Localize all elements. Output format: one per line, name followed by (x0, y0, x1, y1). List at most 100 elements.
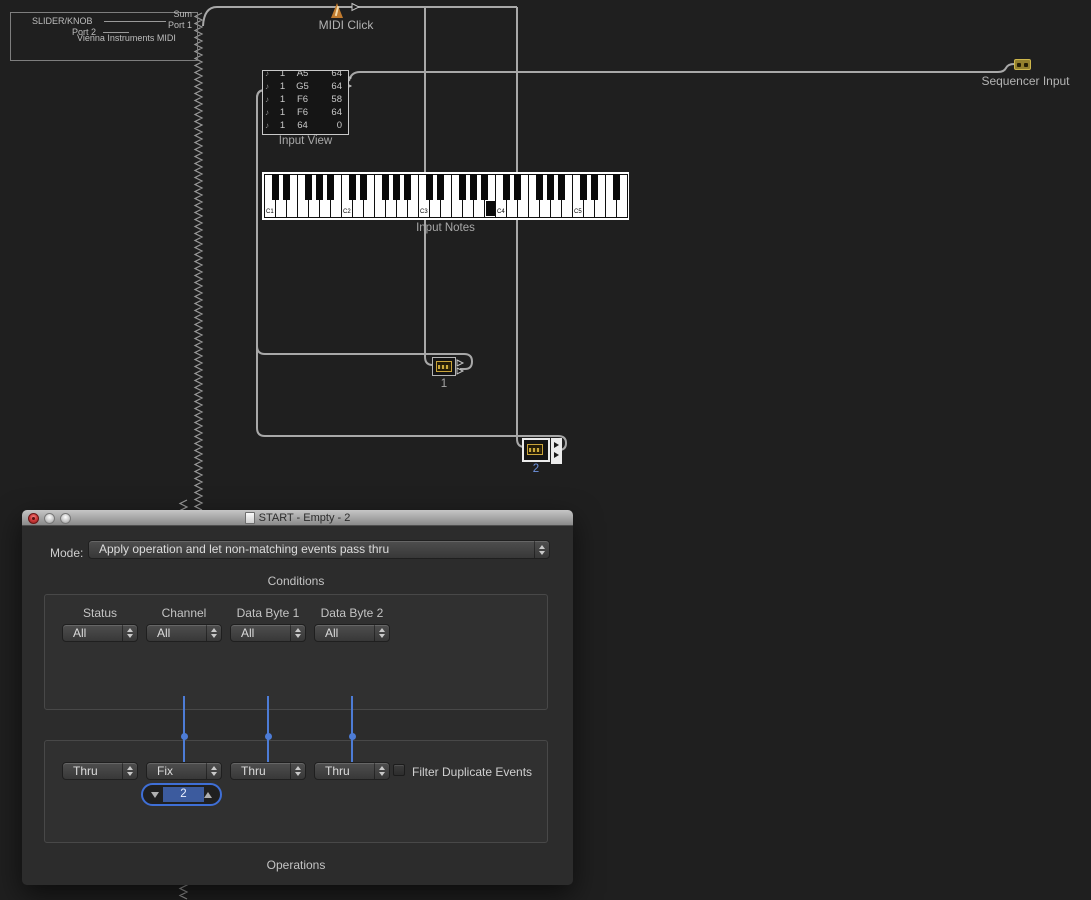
midi-socket-icon (1014, 59, 1031, 70)
black-key[interactable] (459, 174, 466, 200)
octave-label: C1 (266, 209, 274, 215)
physical-input-port-1: Port 1 (130, 20, 192, 30)
filter-duplicate-checkbox[interactable] (393, 764, 405, 776)
zoom-icon[interactable] (60, 513, 71, 524)
window-title: START - Empty - 2 (259, 512, 351, 524)
transformer-icon (436, 361, 452, 372)
channel-operation-popup[interactable]: Fix (146, 762, 222, 780)
black-key[interactable] (470, 174, 477, 200)
black-key[interactable] (305, 174, 312, 200)
popup-stepper-icon (122, 763, 137, 779)
black-key[interactable] (404, 174, 411, 200)
data-byte-1-condition-popup[interactable]: All (230, 624, 306, 642)
transformer-icon (527, 444, 543, 455)
input-notes-keyboard[interactable]: C1C2C3C4C5 (262, 172, 629, 220)
note-icon: ♪ (263, 80, 276, 93)
output-port-icon (457, 360, 463, 366)
black-key[interactable] (613, 174, 620, 200)
black-key[interactable] (437, 174, 444, 200)
stepper-value[interactable]: 2 (163, 787, 204, 802)
black-key[interactable] (591, 174, 598, 200)
monitor-event-row: ♪ 1 A5 64 (263, 70, 348, 80)
octave-label: C5 (574, 209, 582, 215)
note-icon: ♪ (263, 119, 276, 132)
black-key[interactable] (327, 174, 334, 200)
note-icon: ♪ (263, 106, 276, 119)
column-header-status: Status (62, 606, 138, 620)
monitor-event-row: ♪ 1 G5 64 (263, 80, 348, 93)
metronome-icon (331, 3, 343, 18)
status-condition-popup[interactable]: All (62, 624, 138, 642)
midi-click-object[interactable]: MIDI Click (300, 0, 392, 34)
note-icon: ♪ (263, 70, 276, 80)
black-key[interactable] (349, 174, 356, 200)
filter-duplicate-label: Filter Duplicate Events (412, 765, 532, 779)
physical-input-device-label: Vienna Instruments MIDI (77, 33, 176, 43)
status-operation-popup[interactable]: Thru (62, 762, 138, 780)
column-header-channel: Channel (146, 606, 222, 620)
input-view-monitor[interactable]: ♪ 1 A5 64 ♪ 1 G5 64 ♪ 1 F6 58 ♪ 1 F6 64 … (262, 70, 349, 135)
physical-input-port-sum: Sum (130, 9, 192, 19)
condition-operation-connector (351, 696, 353, 762)
data-byte-1-operation-popup[interactable]: Thru (230, 762, 306, 780)
black-key[interactable] (503, 174, 510, 200)
popup-stepper-icon (374, 625, 389, 641)
minimize-icon[interactable] (44, 513, 55, 524)
black-key[interactable] (514, 174, 521, 200)
channel-condition-popup[interactable]: All (146, 624, 222, 642)
black-key[interactable] (316, 174, 323, 200)
black-key[interactable] (481, 174, 488, 200)
fix-value-stepper: 2 (141, 783, 222, 806)
popup-stepper-icon (206, 625, 221, 641)
black-key[interactable] (580, 174, 587, 200)
column-header-data-byte-1: Data Byte 1 (230, 606, 306, 620)
input-notes-label: Input Notes (262, 222, 629, 234)
black-key[interactable] (382, 174, 389, 200)
transformer-2-output-ports (551, 438, 562, 464)
column-header-data-byte-2: Data Byte 2 (314, 606, 390, 620)
black-key[interactable] (426, 174, 433, 200)
condition-operation-connector (183, 696, 185, 762)
window-titlebar[interactable]: START - Empty - 2 (22, 510, 573, 526)
popup-stepper-icon (290, 625, 305, 641)
black-key[interactable] (283, 174, 290, 200)
cable-inputview-to-sequencer-input (349, 64, 1014, 81)
black-key[interactable] (360, 174, 367, 200)
transformer-1-label: 1 (432, 378, 456, 390)
popup-stepper-icon (290, 763, 305, 779)
environment-canvas: Sum SLIDER/KNOB Port 1 Port 2 Vienna Ins… (0, 0, 1091, 900)
pressed-key-highlight (486, 201, 495, 216)
mode-popup[interactable]: Apply operation and let non-matching eve… (88, 540, 550, 559)
transformer-window: START - Empty - 2 Mode: Apply operation … (22, 510, 573, 885)
popup-stepper-icon (534, 541, 549, 558)
black-key[interactable] (536, 174, 543, 200)
sequencer-input-object[interactable]: Sequencer Input (968, 58, 1083, 92)
black-key[interactable] (272, 174, 279, 200)
condition-operation-connector (267, 696, 269, 762)
transformer-1-object[interactable] (432, 357, 456, 376)
input-view-label: Input View (262, 135, 349, 147)
data-byte-2-condition-popup[interactable]: All (314, 624, 390, 642)
midi-click-label: MIDI Click (300, 18, 392, 32)
popup-stepper-icon (206, 763, 221, 779)
black-key[interactable] (558, 174, 565, 200)
octave-label: C2 (343, 209, 351, 215)
monitor-event-row: ♪ 1 F6 64 (263, 106, 348, 119)
conditions-title: Conditions (44, 574, 548, 588)
black-key[interactable] (393, 174, 400, 200)
mode-label: Mode: (50, 546, 83, 560)
monitor-event-row: ♪ 1 64 0 (263, 119, 348, 132)
document-icon (245, 512, 255, 524)
note-icon: ♪ (263, 93, 276, 106)
close-icon[interactable] (28, 513, 39, 524)
black-key[interactable] (547, 174, 554, 200)
stepper-increment-icon[interactable] (204, 792, 212, 798)
keyboard-keys: C1C2C3C4C5 (264, 174, 627, 218)
stepper-decrement-icon[interactable] (151, 792, 159, 798)
octave-label: C3 (420, 209, 428, 215)
transformer-2-object[interactable] (522, 438, 550, 462)
data-byte-2-operation-popup[interactable]: Thru (314, 762, 390, 780)
monitor-event-row: ♪ 1 F6 58 (263, 93, 348, 106)
physical-input-device-label: SLIDER/KNOB (32, 16, 93, 26)
transformer-2-label: 2 (520, 463, 552, 475)
